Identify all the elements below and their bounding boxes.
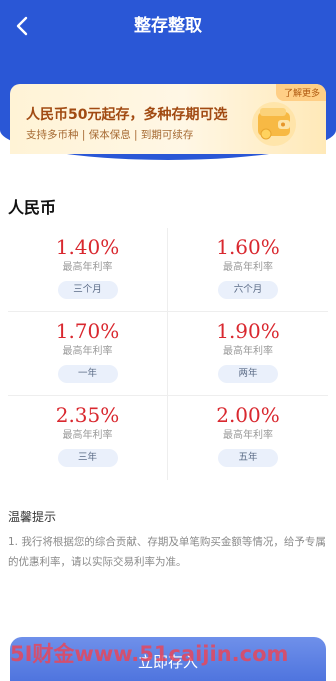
rate-label: 最高年利率 — [223, 262, 273, 273]
wallet-icon — [252, 102, 296, 146]
term-badge: 三个月 — [57, 281, 118, 299]
rate-card[interactable]: 1.70% 最高年利率 一年 — [8, 312, 168, 396]
tips-title: 温馨提示 — [8, 510, 57, 524]
tips-text: 1. 我行将根据您的综合贡献、存期及单笔购买金额等情况，给予专属的优惠利率，请以… — [8, 536, 326, 568]
term-badge: 两年 — [218, 365, 278, 383]
currency-section-title: 人民币 — [8, 198, 57, 217]
rate-label: 最高年利率 — [62, 262, 113, 273]
rate-value: 1.40% — [55, 235, 120, 259]
term-badge: 五年 — [218, 449, 278, 467]
page-title: 整存整取 — [134, 16, 202, 36]
rates-grid: 1.40% 最高年利率 三个月 1.60% 最高年利率 六个月 1.70% 最高… — [8, 228, 328, 480]
rate-card[interactable]: 2.00% 最高年利率 五年 — [168, 396, 328, 480]
rate-card[interactable]: 1.90% 最高年利率 两年 — [168, 312, 328, 396]
term-badge: 六个月 — [218, 281, 278, 299]
rate-value: 1.60% — [216, 235, 280, 259]
rate-label: 最高年利率 — [223, 430, 273, 441]
promo-title: 人民币50元起存，多种存期可选 — [26, 107, 228, 123]
term-badge: 三年 — [57, 449, 118, 467]
rate-value: 1.90% — [216, 319, 280, 343]
rate-value: 2.35% — [55, 403, 120, 427]
rate-card[interactable]: 1.60% 最高年利率 六个月 — [168, 228, 328, 312]
rate-label: 最高年利率 — [62, 346, 113, 357]
term-badge: 一年 — [57, 365, 118, 383]
rate-value: 2.00% — [216, 403, 280, 427]
rate-card[interactable]: 2.35% 最高年利率 三年 — [8, 396, 168, 480]
rate-card[interactable]: 1.40% 最高年利率 三个月 — [8, 228, 168, 312]
rate-label: 最高年利率 — [62, 430, 113, 441]
deposit-button-label: 立即存入 — [137, 653, 198, 671]
promo-subtitle: 支持多币种 | 保本保息 | 到期可续存 — [26, 129, 194, 141]
promo-banner[interactable]: 人民币50元起存，多种存期可选 支持多币种 | 保本保息 | 到期可续存 了解更… — [10, 84, 326, 154]
rate-label: 最高年利率 — [223, 346, 273, 357]
deposit-button[interactable]: 立即存入 — [10, 637, 326, 681]
rate-value: 1.70% — [55, 319, 120, 343]
